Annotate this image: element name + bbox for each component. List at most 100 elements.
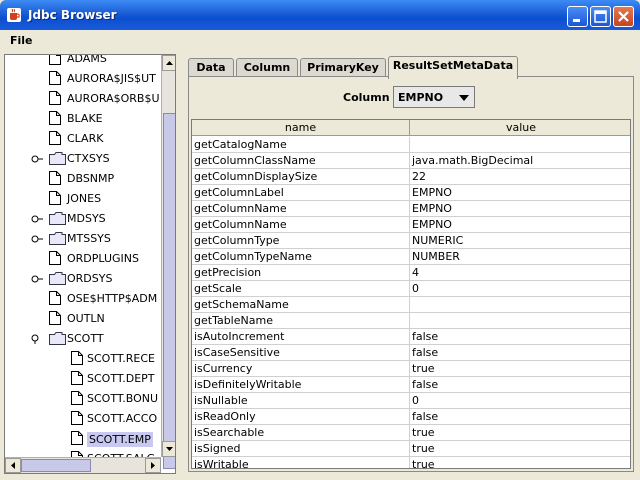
tree-folder-item[interactable]: CTXSYS [5, 150, 161, 168]
menu-file[interactable]: File [10, 34, 33, 47]
tree-leaf-item[interactable]: SCOTT.EMP [5, 430, 161, 448]
tree-vertical-thumb[interactable] [163, 113, 175, 469]
tree-leaf-item[interactable]: ORDPLUGINS [5, 250, 161, 268]
tree-leaf-item[interactable]: BLAKE [5, 110, 161, 128]
tree-leaf-item[interactable]: SCOTT.BONU [5, 390, 161, 408]
tree-item-label: CTXSYS [67, 152, 110, 165]
table-row[interactable]: getColumnDisplaySize 22 [192, 169, 630, 185]
table-row[interactable]: getColumnName EMPNO [192, 217, 630, 233]
collapsed-handle-icon[interactable] [31, 214, 43, 224]
document-icon [49, 311, 61, 325]
tab-primarykey[interactable]: PrimaryKey [300, 58, 386, 78]
table-row[interactable]: getColumnLabel EMPNO [192, 185, 630, 201]
minimize-button[interactable] [567, 6, 588, 27]
scroll-down-button[interactable] [162, 441, 175, 457]
resultsetmetadata-panel: Column EMPNO name value getCatalogName ge… [188, 76, 634, 472]
schema-tree[interactable]: ADAMS AURORA$JIS$UT AURORA$ORB$U BLAKE CLARK… [4, 54, 176, 474]
table-row[interactable]: getColumnTypeName NUMBER [192, 249, 630, 265]
tree-leaf-item[interactable]: AURORA$ORB$U [5, 90, 161, 108]
metadata-table[interactable]: name value getCatalogName getColumnClassN… [191, 119, 631, 469]
cell-value: true [412, 362, 435, 375]
cell-value: false [412, 378, 439, 391]
tree-item-label: OUTLN [67, 312, 105, 325]
tree-item-label: AURORA$JIS$UT [67, 72, 156, 85]
table-row[interactable]: isAutoIncrement false [192, 329, 630, 345]
tree-item-label: ORDSYS [67, 272, 113, 285]
tree-vertical-scrollbar[interactable] [161, 55, 175, 469]
table-row[interactable]: getColumnName EMPNO [192, 201, 630, 217]
tree-leaf-item[interactable]: AURORA$JIS$UT [5, 70, 161, 88]
tree-item-label: OSE$HTTP$ADM [67, 292, 158, 305]
table-row[interactable]: isDefinitelyWritable false [192, 377, 630, 393]
window-titlebar[interactable]: Jdbc Browser [0, 0, 640, 30]
tree-leaf-item[interactable]: CLARK [5, 130, 161, 148]
tree-leaf-item[interactable]: ADAMS [5, 55, 161, 68]
table-row[interactable]: isSearchable true [192, 425, 630, 441]
table-row[interactable]: getCatalogName [192, 137, 630, 153]
tree-folder-item[interactable]: ORDSYS [5, 270, 161, 288]
tree-leaf-item[interactable]: SCOTT.DEPT [5, 370, 161, 388]
cell-name: getPrecision [192, 265, 410, 281]
scroll-up-button[interactable] [162, 55, 175, 71]
chevron-down-icon [459, 95, 469, 101]
cell-name: getTableName [192, 313, 410, 329]
cell-value: java.math.BigDecimal [412, 154, 534, 167]
split-pane-divider[interactable] [176, 54, 186, 474]
tree-leaf-item[interactable]: JONES [5, 190, 161, 208]
folder-icon [49, 332, 66, 345]
tree-horizontal-scrollbar[interactable] [5, 457, 161, 473]
scroll-left-button[interactable] [5, 458, 21, 473]
table-row[interactable]: getSchemaName [192, 297, 630, 313]
table-row[interactable]: isCurrency true [192, 361, 630, 377]
main-frame: ADAMS AURORA$JIS$UT AURORA$ORB$U BLAKE CLARK… [4, 54, 636, 476]
tree-folder-item[interactable]: MTSSYS [5, 230, 161, 248]
scroll-right-button[interactable] [145, 458, 161, 473]
cell-name: getColumnTypeName [192, 249, 410, 265]
table-row[interactable]: isNullable 0 [192, 393, 630, 409]
tree-folder-item[interactable]: SCOTT [5, 330, 161, 348]
tree-item-label: MDSYS [67, 212, 106, 225]
tab-resultsetmetadata[interactable]: ResultSetMetaData [388, 56, 518, 79]
cell-name: isCurrency [192, 361, 410, 377]
scroll-down-icon [166, 447, 173, 451]
close-button[interactable] [613, 6, 634, 27]
table-row[interactable]: getPrecision 4 [192, 265, 630, 281]
maximize-icon [594, 10, 607, 23]
cell-value: 4 [412, 266, 419, 279]
expanded-handle-icon[interactable] [31, 334, 43, 344]
collapsed-handle-icon[interactable] [31, 154, 43, 164]
table-row[interactable]: getScale 0 [192, 281, 630, 297]
cell-value: false [412, 346, 439, 359]
tree-leaf-item[interactable]: SCOTT.ACCO [5, 410, 161, 428]
table-row[interactable]: isCaseSensitive false [192, 345, 630, 361]
tree-leaf-item[interactable]: DBSNMP [5, 170, 161, 188]
minimize-icon [573, 19, 580, 22]
tree-item-label: CLARK [67, 132, 104, 145]
cell-name: getColumnName [192, 201, 410, 217]
column-header-value[interactable]: value [410, 120, 630, 136]
table-row[interactable]: isWritable true [192, 457, 630, 468]
maximize-button[interactable] [590, 6, 611, 27]
close-icon [618, 11, 629, 22]
document-icon [49, 191, 61, 205]
column-selector-dropdown[interactable]: EMPNO [393, 86, 475, 108]
collapsed-handle-icon[interactable] [31, 234, 43, 244]
tab-data[interactable]: Data [188, 58, 234, 78]
collapsed-handle-icon[interactable] [31, 274, 43, 284]
menu-bar: File [0, 30, 640, 52]
tree-leaf-item[interactable]: OUTLN [5, 310, 161, 328]
tree-horizontal-thumb[interactable] [21, 459, 91, 472]
table-row[interactable]: getColumnClassName java.math.BigDecimal [192, 153, 630, 169]
table-row[interactable]: getTableName [192, 313, 630, 329]
tab-column[interactable]: Column [236, 58, 298, 78]
table-row[interactable]: isReadOnly false [192, 409, 630, 425]
table-row[interactable]: isSigned true [192, 441, 630, 457]
cell-value: NUMERIC [412, 234, 464, 247]
column-header-name[interactable]: name [192, 120, 410, 136]
tree-leaf-item[interactable]: SCOTT.RECE [5, 350, 161, 368]
cell-name: isCaseSensitive [192, 345, 410, 361]
table-row[interactable]: getColumnType NUMERIC [192, 233, 630, 249]
tree-leaf-item[interactable]: OSE$HTTP$ADM [5, 290, 161, 308]
cell-name: isSearchable [192, 425, 410, 441]
tree-folder-item[interactable]: MDSYS [5, 210, 161, 228]
